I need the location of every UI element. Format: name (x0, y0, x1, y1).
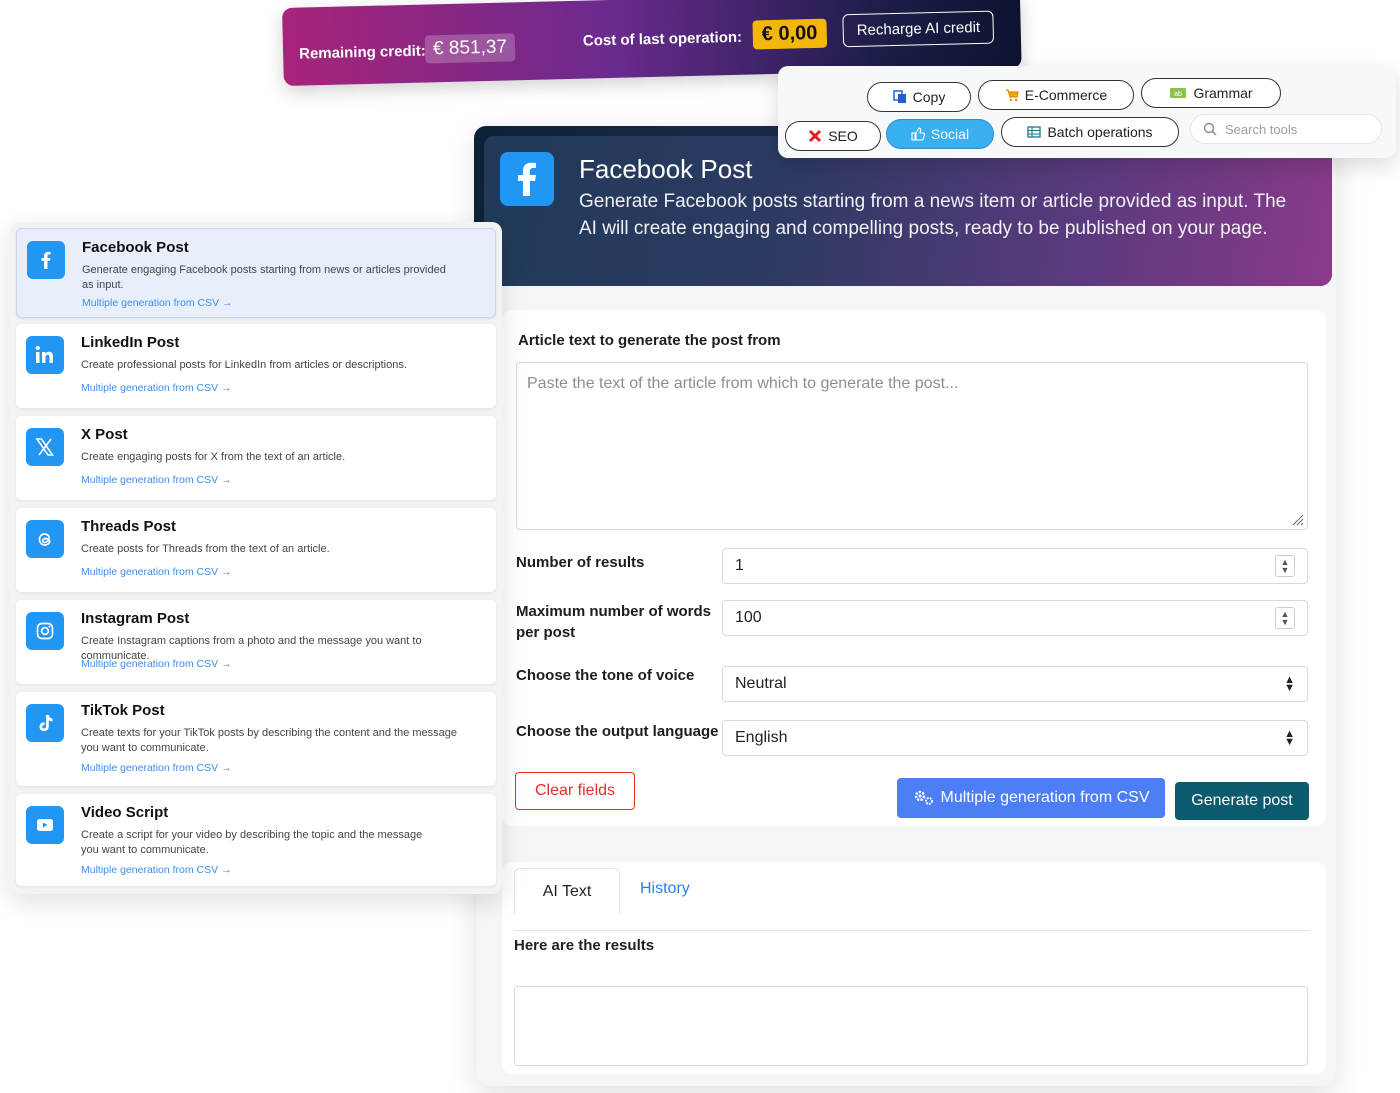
linkedin-icon (26, 336, 64, 374)
instagram-icon (26, 612, 64, 650)
chevron-updown-icon: ▲ ▼ (1284, 728, 1295, 748)
tab-copy-label: Copy (912, 89, 946, 105)
article-textarea[interactable]: Paste the text of the article from which… (516, 362, 1308, 530)
search-icon (1203, 122, 1217, 136)
csv-generation-link[interactable]: Multiple generation from CSV → (81, 566, 232, 578)
facebook-icon (500, 152, 554, 206)
page-description: Generate Facebook posts starting from a … (579, 191, 1287, 239)
tab-seo[interactable]: SEO (785, 121, 881, 151)
search-tools-input[interactable]: Search tools (1190, 114, 1382, 144)
tool-title: LinkedIn Post (81, 334, 180, 351)
tab-copy[interactable]: Copy (867, 82, 971, 112)
tone-value: Neutral (735, 675, 787, 692)
csv-generation-button[interactable]: Multiple generation from CSV (897, 778, 1165, 818)
tool-description: Create engaging posts for X from the tex… (81, 451, 346, 463)
tool-description: Generate engaging Facebook posts startin… (82, 264, 446, 291)
copy-icon (892, 90, 906, 103)
max-words-value: 100 (735, 609, 762, 626)
chevron-updown-icon: ▲ ▼ (1284, 674, 1295, 694)
table-icon (1027, 126, 1042, 138)
csv-generation-link[interactable]: Multiple generation from CSV → (81, 762, 232, 774)
tool-description: Create texts for your TikTok posts by de… (81, 727, 458, 754)
csv-generation-link[interactable]: Multiple generation from CSV → (81, 864, 232, 876)
language-label: Choose the output language (516, 723, 719, 740)
tool-description: Create professional posts for LinkedIn f… (81, 359, 407, 371)
tab-batch-label: Batch operations (1047, 124, 1153, 140)
last-cost-label: Cost of last operation: (582, 28, 743, 50)
svg-text:ab: ab (1175, 91, 1183, 98)
tool-category-tabs: Copy E-Commerce ab Grammar SEO Social Ba… (778, 66, 1396, 158)
facebook-icon (27, 241, 65, 279)
x-icon (26, 428, 64, 466)
tab-history[interactable]: History (640, 880, 690, 898)
tab-grammar-label: Grammar (1193, 85, 1253, 101)
search-tools-placeholder: Search tools (1225, 121, 1298, 137)
tool-title: Instagram Post (81, 610, 190, 627)
tool-item-threads[interactable]: Threads Post Create posts for Threads fr… (16, 508, 496, 592)
tool-item-tiktok[interactable]: TikTok Post Create texts for your TikTok… (16, 692, 496, 786)
cart-icon (1005, 89, 1019, 102)
tab-social-label: Social (930, 126, 970, 142)
tool-item-facebook[interactable]: Facebook Post Generate engaging Facebook… (16, 228, 496, 318)
results-count-label: Number of results (516, 554, 645, 571)
csv-generation-link[interactable]: Multiple generation from CSV → (81, 474, 232, 486)
tone-select[interactable]: Neutral ▲ ▼ (722, 666, 1308, 702)
threads-icon (26, 520, 64, 558)
language-value: English (735, 729, 788, 746)
max-words-label: Maximum number of words per post (516, 603, 712, 641)
tool-title: Video Script (81, 804, 169, 821)
csv-generation-link[interactable]: Multiple generation from CSV → (81, 658, 232, 670)
page-title: Facebook Post (579, 154, 753, 184)
tab-seo-label: SEO (828, 128, 858, 144)
resize-handle-icon[interactable] (1290, 512, 1304, 526)
article-placeholder: Paste the text of the article from which… (527, 375, 959, 392)
tiktok-icon (26, 704, 64, 742)
tab-ecommerce-label: E-Commerce (1024, 87, 1108, 103)
results-label: Here are the results (514, 937, 655, 954)
tool-title: Threads Post (81, 518, 177, 535)
tone-label: Choose the tone of voice (516, 667, 695, 684)
tool-title: X Post (81, 426, 128, 443)
gears-icon (914, 790, 933, 805)
tab-social[interactable]: Social (886, 119, 994, 149)
tab-batch[interactable]: Batch operations (1001, 117, 1179, 147)
csv-generation-link[interactable]: Multiple generation from CSV → (82, 297, 233, 309)
close-icon (809, 129, 822, 143)
tab-ai-text[interactable]: AI Text (514, 868, 620, 914)
tab-divider (514, 930, 1310, 931)
max-words-input[interactable]: 100 ▲ ▼ (722, 600, 1308, 636)
stepper-icon[interactable]: ▲ ▼ (1275, 555, 1295, 577)
tool-description: Create posts for Threads from the text o… (81, 543, 330, 555)
remaining-credit-label: Remaining credit: (298, 42, 426, 63)
remaining-credit-value: € 851,37 (424, 33, 516, 64)
results-count-input[interactable]: 1 ▲ ▼ (722, 548, 1308, 584)
language-select[interactable]: English ▲ ▼ (722, 720, 1308, 756)
csv-generation-link[interactable]: Multiple generation from CSV → (81, 382, 232, 394)
article-label: Article text to generate the post from (518, 332, 781, 349)
video-icon (26, 806, 64, 844)
tool-item-instagram[interactable]: Instagram Post Create Instagram captions… (16, 600, 496, 684)
tool-item-video-script[interactable]: Video Script Create a script for your vi… (16, 794, 496, 886)
last-cost-value: € 0,00 (752, 18, 827, 50)
tool-title: Facebook Post (82, 239, 189, 256)
results-output[interactable] (514, 986, 1308, 1066)
generate-post-button[interactable]: Generate post (1175, 782, 1309, 820)
recharge-credit-button[interactable]: Recharge AI credit (842, 10, 995, 48)
thumbs-up-icon (911, 127, 925, 141)
tool-item-linkedin[interactable]: LinkedIn Post Create professional posts … (16, 324, 496, 408)
grammar-icon: ab (1170, 88, 1187, 98)
clear-fields-button[interactable]: Clear fields (515, 772, 635, 810)
tool-item-x[interactable]: X Post Create engaging posts for X from … (16, 416, 496, 500)
tool-title: TikTok Post (81, 702, 165, 719)
tool-description: Create a script for your video by descri… (81, 829, 423, 856)
tab-ecommerce[interactable]: E-Commerce (978, 80, 1134, 110)
stepper-icon[interactable]: ▲ ▼ (1275, 607, 1295, 629)
csv-generation-label: Multiple generation from CSV (940, 789, 1150, 806)
tab-grammar[interactable]: ab Grammar (1141, 78, 1281, 108)
tool-list-sidebar: Facebook Post Generate engaging Facebook… (10, 222, 502, 894)
results-count-value: 1 (735, 557, 744, 574)
